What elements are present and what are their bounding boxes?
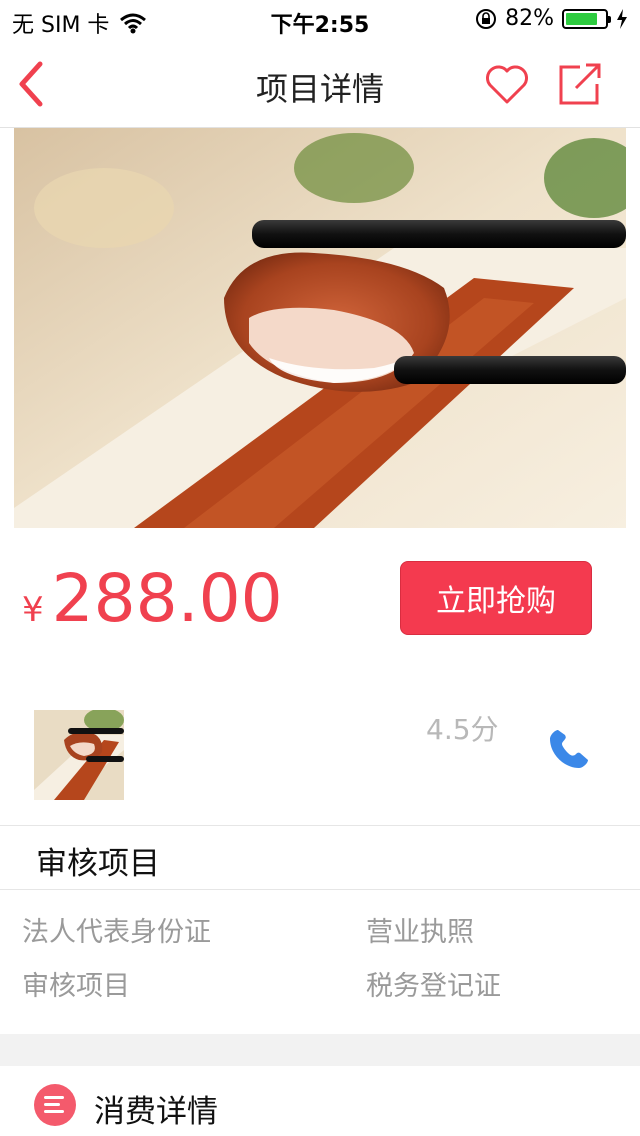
- page-title: 项目详情: [255, 70, 384, 108]
- document-item: 营业执照: [366, 917, 474, 948]
- list-icon: [34, 1084, 76, 1126]
- document-item: 审核项目: [22, 971, 130, 1002]
- consume-details-label: 消费详情: [94, 1094, 218, 1130]
- nav-bar: 项目详情: [0, 40, 640, 128]
- price-amount: 288.00: [51, 560, 283, 637]
- merchant-thumbnail[interactable]: [34, 710, 124, 800]
- divider: [0, 889, 640, 890]
- consume-details-row[interactable]: 消费详情: [0, 1066, 640, 1136]
- rotation-lock-icon: [476, 8, 497, 29]
- product-image: [14, 128, 626, 528]
- status-right: 82%: [475, 6, 628, 31]
- battery-level: [566, 12, 598, 25]
- phone-icon[interactable]: [544, 726, 592, 774]
- favorite-heart-icon[interactable]: [484, 62, 530, 108]
- status-bar: 无 SIM 卡 下午2:55 82%: [0, 0, 640, 40]
- document-item: 税务登记证: [366, 971, 501, 1002]
- battery-percent: 82%: [505, 6, 554, 31]
- charging-icon: [617, 8, 627, 29]
- document-item: 法人代表身份证: [22, 917, 211, 948]
- currency-symbol: ¥: [22, 590, 44, 630]
- divider: [0, 825, 640, 826]
- rating-score: 4.5分: [426, 713, 499, 746]
- section-title-review: 审核项目: [36, 846, 160, 882]
- battery-icon: [562, 8, 611, 29]
- section-separator: [0, 1034, 640, 1066]
- buy-now-button[interactable]: 立即抢购: [400, 561, 592, 635]
- share-icon[interactable]: [556, 62, 604, 108]
- price: ¥ 288.00: [22, 560, 283, 640]
